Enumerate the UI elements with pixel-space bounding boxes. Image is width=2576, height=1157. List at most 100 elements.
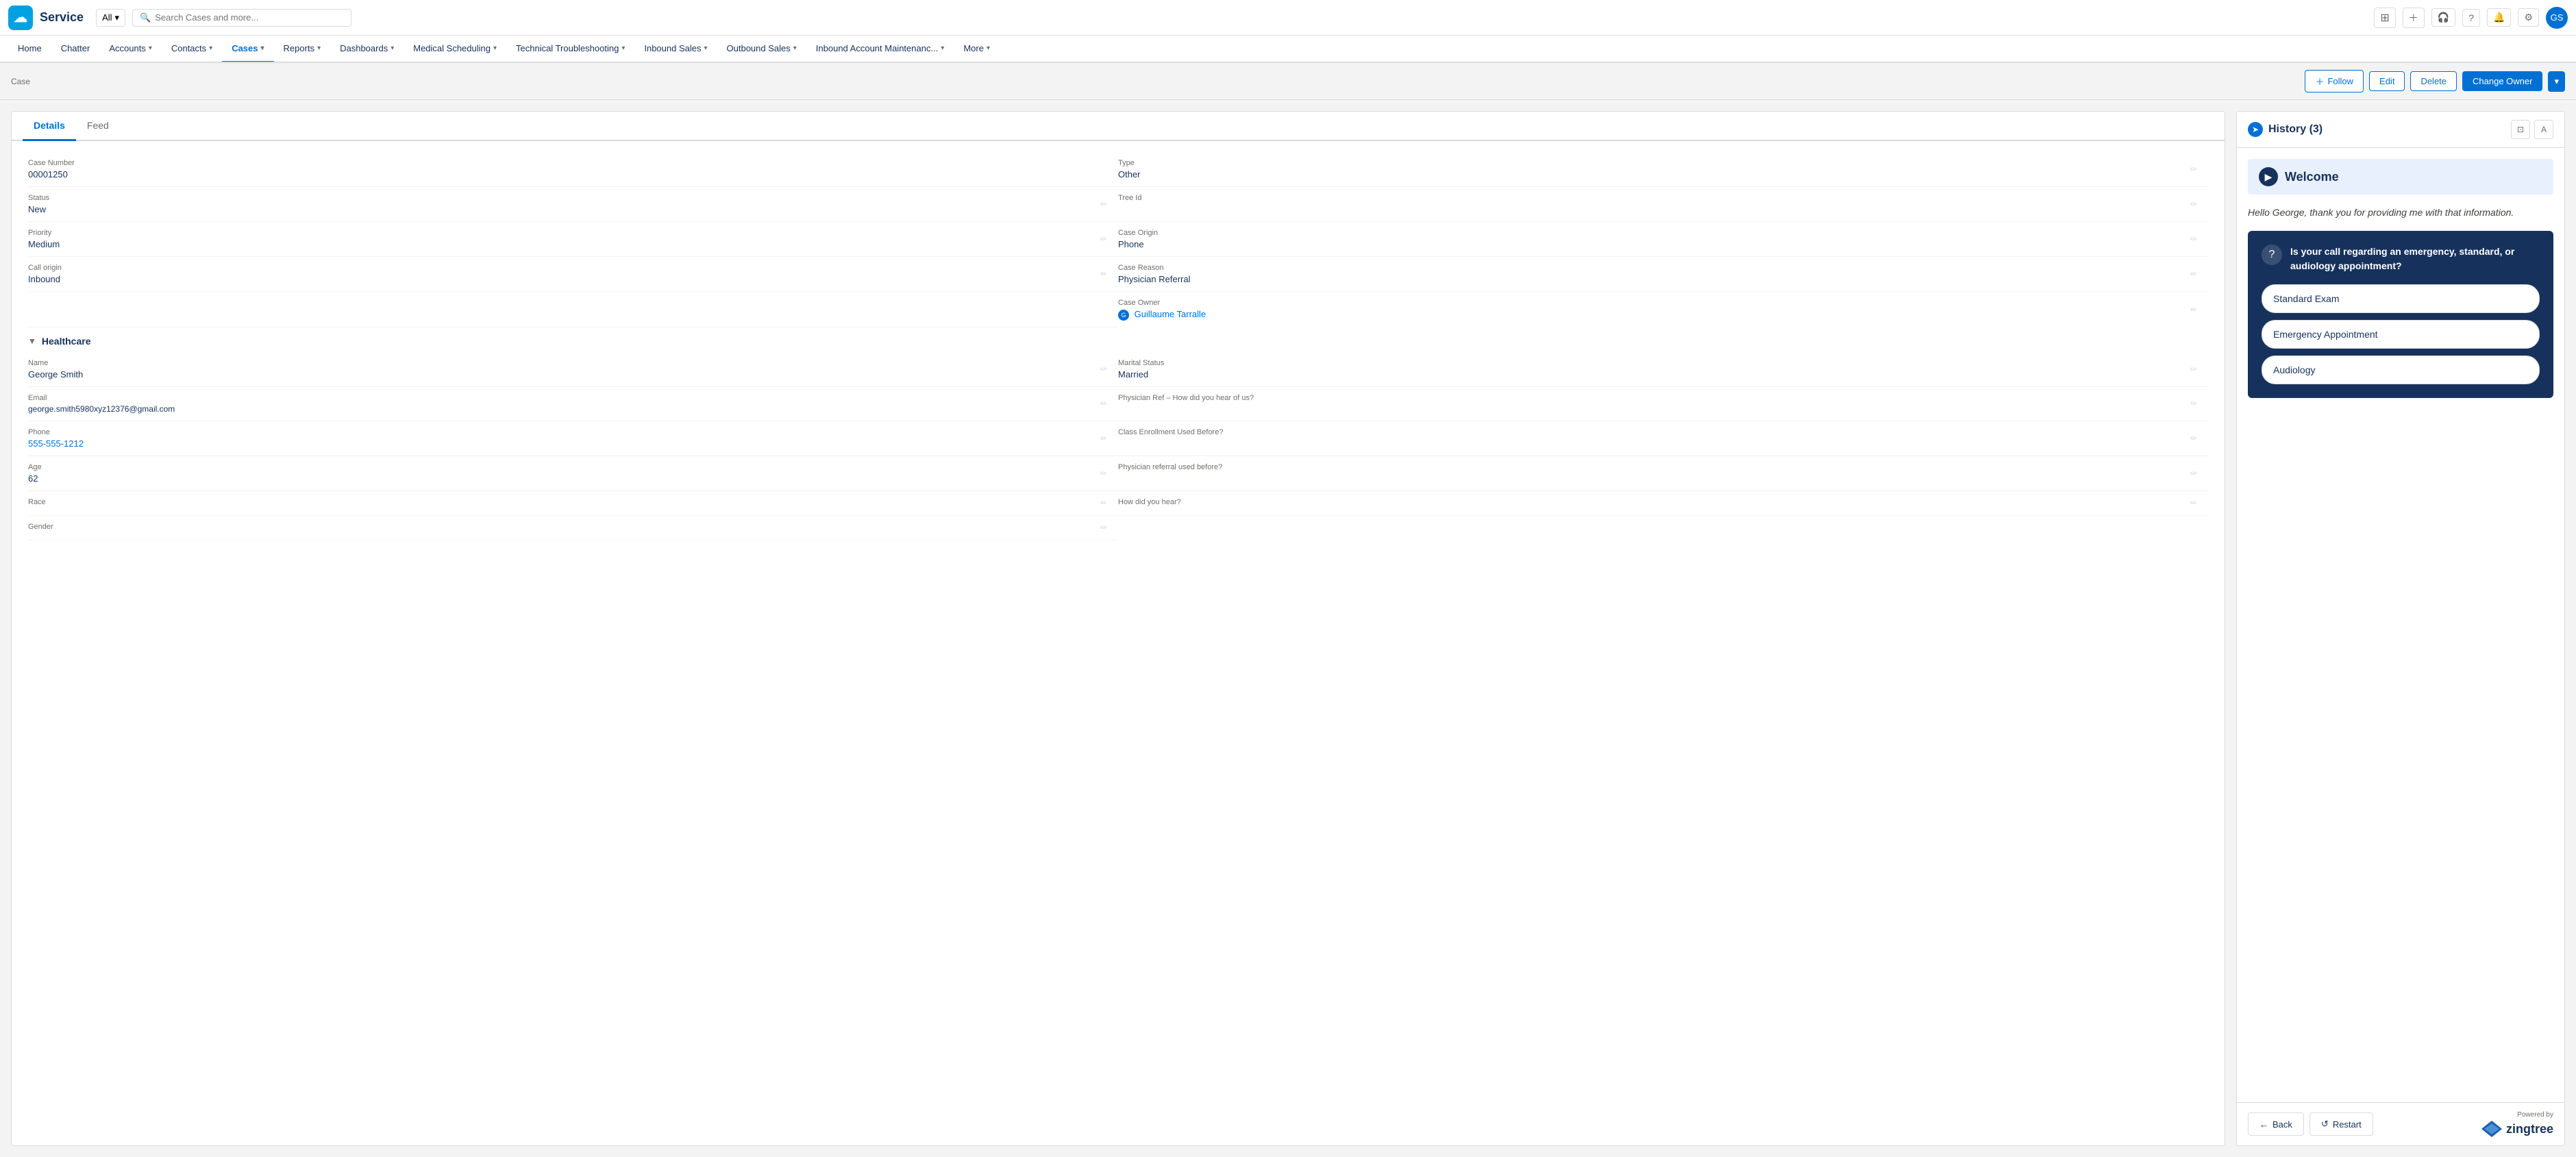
phone-label: Phone [28,428,1118,436]
nav-label-dashboards: Dashboards [340,43,388,53]
nav-item-technical-troubleshooting[interactable]: Technical Troubleshooting ▾ [506,36,634,63]
case-origin-edit-icon[interactable]: ✏ [2190,234,2197,244]
nav-item-cases[interactable]: Cases ▾ [222,36,273,63]
nav-item-outbound-sales[interactable]: Outbound Sales ▾ [717,36,806,63]
field-call-origin: Call origin Inbound ✏ [28,257,1118,292]
gear-icon-button[interactable]: ⚙ [2518,8,2539,27]
zingtree-header-left: ➤ History (3) [2248,122,2323,137]
field-class-enrollment: Class Enrollment Used Before? ✏ [1118,421,2208,456]
follow-button[interactable]: ＋ Follow [2305,70,2364,92]
call-origin-edit-icon[interactable]: ✏ [1100,269,1107,279]
detail-tabs: Details Feed [12,112,2225,141]
marital-status-edit-icon[interactable]: ✏ [2190,364,2197,374]
zingtree-footer: ← Back ↺ Restart Powered by zingtree [2237,1102,2564,1145]
nav-item-more[interactable]: More ▾ [954,36,1000,63]
restart-button[interactable]: ↺ Restart [2309,1112,2373,1136]
zingtree-panel: ➤ History (3) ⊡ A ▶ Welcome Hello George… [2236,111,2565,1146]
answer-standard-exam-button[interactable]: Standard Exam [2262,284,2540,313]
case-owner-value[interactable]: G Guillaume Tarralle [1118,309,2208,321]
second-navigation: Home Chatter Accounts ▾ Contacts ▾ Cases… [0,36,2576,63]
nav-item-contacts[interactable]: Contacts ▾ [162,36,222,63]
grid-icon-button[interactable]: ⊞ [2374,8,2395,28]
field-spacer [28,292,1118,327]
email-edit-icon[interactable]: ✏ [1100,399,1107,408]
zingtree-header-right: ⊡ A [2511,120,2553,139]
headset-icon-button[interactable]: 🎧 [2431,8,2455,27]
answer-audiology-button[interactable]: Audiology [2262,356,2540,384]
nav-label-home: Home [18,43,42,53]
restart-label: Restart [2333,1119,2362,1130]
field-priority: Priority Medium ✏ [28,222,1118,257]
zingtree-font-button[interactable]: A [2534,120,2553,139]
class-enrollment-edit-icon[interactable]: ✏ [2190,434,2197,443]
nav-label-accounts: Accounts [109,43,145,53]
tree-id-edit-icon[interactable]: ✏ [2190,199,2197,209]
field-phone: Phone 555-555-1212 ✏ [28,421,1118,456]
nav-item-dashboards[interactable]: Dashboards ▾ [330,36,404,63]
back-button[interactable]: ← Back [2248,1112,2304,1136]
field-case-origin: Case Origin Phone ✏ [1118,222,2208,257]
case-detail-panel: Details Feed Case Number 00001250 Type O… [11,111,2225,1146]
how-did-you-hear-edit-icon[interactable]: ✏ [2190,498,2197,508]
search-all-dropdown[interactable]: All ▾ [96,9,125,27]
nav-item-inbound-account[interactable]: Inbound Account Maintenanc... ▾ [806,36,954,63]
actions-dropdown-arrow-icon: ▾ [2554,76,2559,87]
top-navigation: ☁ Service All ▾ 🔍 ⊞ ＋ 🎧 ? 🔔 ⚙ GS [0,0,2576,36]
case-owner-avatar-icon: G [1118,310,1129,321]
nav-item-reports[interactable]: Reports ▾ [274,36,331,63]
edit-button[interactable]: Edit [2369,71,2405,91]
history-icon: ➤ [2248,122,2263,137]
priority-edit-icon[interactable]: ✏ [1100,234,1107,244]
physician-referral-used-edit-icon[interactable]: ✏ [2190,469,2197,478]
type-value: Other [1118,169,2208,179]
physician-ref-hear-edit-icon[interactable]: ✏ [2190,399,2197,408]
inbound-account-dropdown-arrow-icon: ▾ [941,45,944,52]
gender-edit-icon[interactable]: ✏ [1100,523,1107,532]
nav-item-chatter[interactable]: Chatter [51,36,100,63]
footer-buttons: ← Back ↺ Restart [2248,1112,2373,1136]
race-edit-icon[interactable]: ✏ [1100,498,1107,508]
phone-value[interactable]: 555-555-1212 [28,438,1118,449]
case-reason-edit-icon[interactable]: ✏ [2190,269,2197,279]
type-edit-icon[interactable]: ✏ [2190,164,2197,174]
zingtree-expand-button[interactable]: ⊡ [2511,120,2530,139]
nav-item-accounts[interactable]: Accounts ▾ [99,36,162,63]
case-owner-edit-icon[interactable]: ✏ [2190,305,2197,314]
field-case-owner: Case Owner G Guillaume Tarralle ✏ [1118,292,2208,327]
how-did-you-hear-label: How did you hear? [1118,498,2208,506]
case-number-label: Case Number [28,159,1118,167]
question-text: Is your call regarding an emergency, sta… [2290,245,2540,273]
field-gender: Gender ✏ [28,516,1118,540]
add-icon-button[interactable]: ＋ [2403,8,2425,28]
case-fields-section: Case Number 00001250 Type Other ✏ Status… [12,141,2225,551]
age-value: 62 [28,473,1118,484]
more-dropdown-arrow-icon: ▾ [987,45,990,52]
search-input[interactable] [155,12,344,23]
change-owner-button[interactable]: Change Owner [2462,71,2542,91]
tab-details[interactable]: Details [23,112,76,141]
user-avatar[interactable]: GS [2546,7,2568,29]
bell-icon-button[interactable]: 🔔 [2487,8,2511,27]
nav-item-inbound-sales[interactable]: Inbound Sales ▾ [634,36,717,63]
name-edit-icon[interactable]: ✏ [1100,364,1107,374]
field-tree-id: Tree Id ✏ [1118,187,2208,222]
actions-dropdown-button[interactable]: ▾ [2548,71,2565,92]
phone-edit-icon[interactable]: ✏ [1100,434,1107,443]
nav-item-medical-scheduling[interactable]: Medical Scheduling ▾ [404,36,506,63]
tab-details-label: Details [34,120,65,131]
search-bar: 🔍 [132,9,351,27]
call-origin-value: Inbound [28,274,1118,284]
tab-feed[interactable]: Feed [76,112,120,141]
status-edit-icon[interactable]: ✏ [1100,199,1107,209]
top-nav-right: ⊞ ＋ 🎧 ? 🔔 ⚙ GS [2374,7,2568,29]
change-owner-label: Change Owner [2473,76,2532,86]
race-label: Race [28,498,1118,506]
help-icon-button[interactable]: ? [2462,9,2480,27]
answer-emergency-appointment-button[interactable]: Emergency Appointment [2262,320,2540,349]
delete-button[interactable]: Delete [2410,71,2457,91]
healthcare-fields-grid: Name George Smith ✏ Marital Status Marri… [28,352,2208,540]
status-label: Status [28,194,1118,202]
nav-item-home[interactable]: Home [8,36,51,63]
age-edit-icon[interactable]: ✏ [1100,469,1107,478]
healthcare-section-header[interactable]: ▼ Healthcare [28,327,2208,352]
